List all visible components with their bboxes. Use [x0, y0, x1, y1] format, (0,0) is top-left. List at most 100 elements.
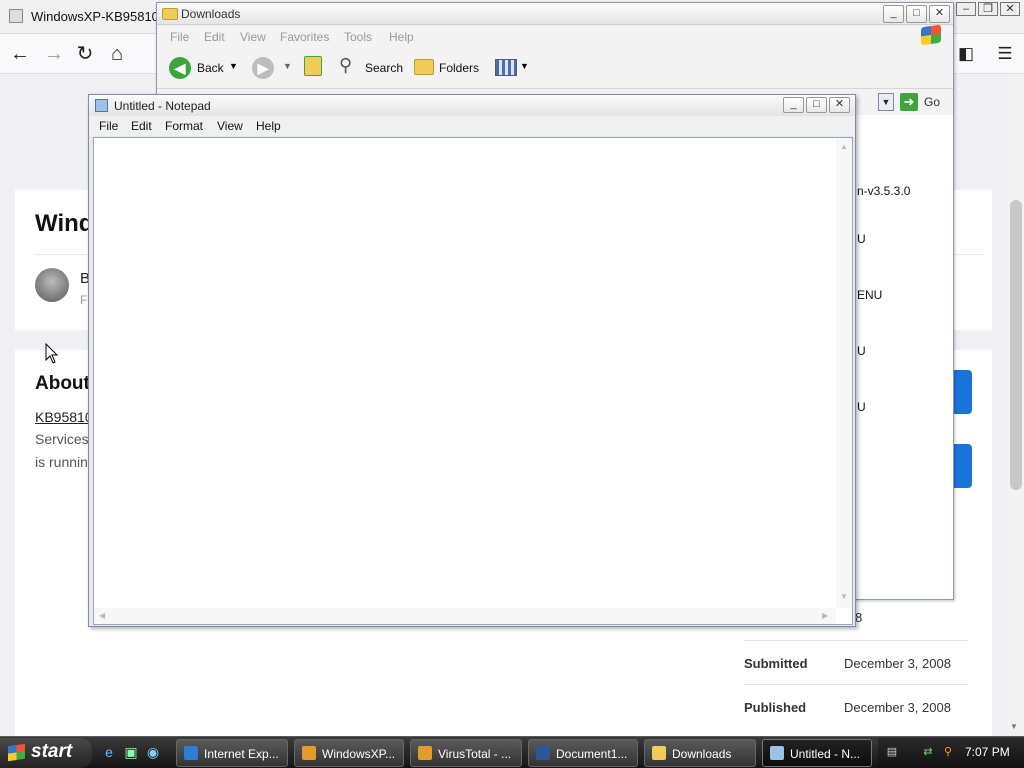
notepad-menu-view[interactable]: View [217, 119, 243, 133]
file-item[interactable]: ENU [857, 288, 882, 302]
menu-icon[interactable]: ☰ [991, 40, 1019, 68]
folder-icon [652, 746, 666, 760]
taskbar-item[interactable]: WindowsXP... [294, 739, 404, 767]
scroll-down-icon[interactable]: ▼ [1010, 722, 1018, 731]
explorer-titlebar[interactable] [157, 3, 953, 25]
firefox-icon [418, 746, 432, 760]
published-label: Published [744, 700, 807, 715]
windows-flag-icon [8, 743, 25, 762]
ie-icon [184, 746, 198, 760]
back-dropdown-icon[interactable]: ▼ [229, 61, 238, 71]
notepad-title: Untitled - Notepad [114, 99, 211, 113]
scroll-down-icon[interactable]: ▼ [840, 592, 848, 601]
explorer-minimize-button[interactable]: _ [883, 5, 904, 23]
browser-tab-title[interactable]: WindowsXP-KB958106- [31, 9, 170, 24]
taskbar-item[interactable]: Downloads [644, 739, 756, 767]
keyboard-icon[interactable]: ▤ [885, 745, 899, 759]
taskbar-item-label: Internet Exp... [204, 747, 279, 761]
home-icon[interactable]: ⌂ [103, 40, 131, 68]
explorer-close-button[interactable]: ✕ [929, 5, 950, 23]
notepad-vertical-scrollbar[interactable]: ▲ ▼ [836, 138, 852, 608]
menu-help[interactable]: Help [389, 30, 414, 44]
views-dropdown-icon[interactable]: ▼ [520, 61, 529, 71]
go-arrow-icon[interactable]: ➜ [900, 93, 918, 111]
notepad-horizontal-scrollbar[interactable]: ◀ ▶ [94, 608, 836, 624]
sidebar-icon[interactable]: ◧ [952, 40, 980, 68]
menu-view[interactable]: View [240, 30, 266, 44]
scroll-up-icon[interactable]: ▲ [840, 142, 848, 151]
address-dropdown-icon[interactable]: ▼ [878, 93, 894, 111]
file-item[interactable]: n-v3.5.3.0 [857, 184, 910, 198]
forward-arrow-icon[interactable]: → [40, 40, 68, 68]
file-item[interactable]: U [857, 344, 866, 358]
search-icon[interactable]: ⚲ [339, 55, 352, 76]
menu-file[interactable]: File [170, 30, 189, 44]
avatar [35, 268, 69, 302]
network-icon[interactable]: ⇄ [921, 745, 935, 759]
partial-value: 8 [855, 610, 863, 625]
description-line-1: Services [35, 431, 89, 447]
menu-edit[interactable]: Edit [204, 30, 225, 44]
notepad-minimize-button[interactable]: _ [783, 97, 804, 113]
meta-divider [744, 684, 968, 685]
about-heading: About [35, 373, 90, 394]
start-label[interactable]: start [31, 741, 72, 763]
views-icon[interactable] [495, 59, 517, 76]
quicklaunch-ie-icon[interactable]: e [101, 744, 117, 760]
notepad-text-area[interactable]: ▲ ▼ ◀ ▶ [93, 137, 853, 625]
browser-restore-button[interactable]: ❐ [978, 2, 998, 16]
file-item[interactable]: U [857, 232, 866, 246]
notepad-maximize-button[interactable]: □ [806, 97, 827, 113]
tray-search-icon[interactable]: ⚲ [941, 745, 955, 759]
explorer-maximize-button[interactable]: □ [906, 5, 927, 23]
notepad-close-button[interactable]: ✕ [829, 97, 850, 113]
search-button-label[interactable]: Search [365, 61, 403, 75]
published-value: December 3, 2008 [844, 700, 951, 715]
taskbar-item-label: Untitled - N... [790, 747, 861, 761]
quicklaunch-desktop-icon[interactable]: ▣ [123, 744, 139, 760]
back-icon[interactable]: ◀ [169, 57, 191, 79]
scroll-left-icon[interactable]: ◀ [99, 611, 105, 620]
explorer-toolbar [157, 47, 953, 89]
go-button-label[interactable]: Go [924, 95, 940, 109]
forward-dropdown-icon[interactable]: ▼ [283, 61, 292, 71]
submitted-value: December 3, 2008 [844, 656, 951, 671]
scroll-right-icon[interactable]: ▶ [822, 611, 828, 620]
explorer-title: Downloads [181, 7, 241, 21]
windows-logo-icon [921, 24, 941, 46]
file-item[interactable]: U [857, 400, 866, 414]
menu-favorites[interactable]: Favorites [280, 30, 329, 44]
menu-tools[interactable]: Tools [344, 30, 372, 44]
back-button-label[interactable]: Back [197, 61, 224, 75]
up-folder-icon[interactable] [304, 56, 322, 76]
notepad-menu-help[interactable]: Help [256, 119, 281, 133]
explorer-menubar: File Edit View Favorites Tools Help [157, 25, 953, 47]
folder-icon [162, 8, 178, 20]
description-line-2: is runnin [35, 454, 88, 470]
reload-icon[interactable]: ↻ [71, 40, 99, 68]
back-arrow-icon[interactable]: ← [6, 40, 34, 68]
browser-minimize-button[interactable]: – [956, 2, 976, 16]
notepad-menu-edit[interactable]: Edit [131, 119, 152, 133]
notepad-menu-format[interactable]: Format [165, 119, 203, 133]
folders-button-label[interactable]: Folders [439, 61, 479, 75]
meta-divider [744, 640, 968, 641]
mouse-pointer-icon [45, 343, 59, 364]
taskbar-item-label: Document1... [556, 747, 628, 761]
taskbar-item-active[interactable]: Untitled - N... [762, 739, 872, 767]
taskbar-item[interactable]: Document1... [528, 739, 638, 767]
notepad-menu-file[interactable]: File [99, 119, 118, 133]
folders-icon[interactable] [414, 59, 434, 75]
forward-icon[interactable]: ▶ [252, 57, 274, 79]
quicklaunch-media-icon[interactable]: ◉ [145, 744, 161, 760]
word-icon [536, 746, 550, 760]
page-scrollbar-thumb[interactable] [1010, 200, 1022, 490]
taskbar-item[interactable]: Internet Exp... [176, 739, 288, 767]
taskbar-item[interactable]: VirusTotal - ... [410, 739, 522, 767]
notepad-icon [95, 99, 108, 112]
clock: 7:07 PM [965, 745, 1010, 759]
kb-link[interactable]: KB95810 [35, 409, 93, 425]
browser-close-button[interactable]: ✕ [1000, 2, 1020, 16]
taskbar-item-label: VirusTotal - ... [438, 747, 512, 761]
notepad-window: Untitled - Notepad _ □ ✕ File Edit Forma… [88, 94, 856, 627]
